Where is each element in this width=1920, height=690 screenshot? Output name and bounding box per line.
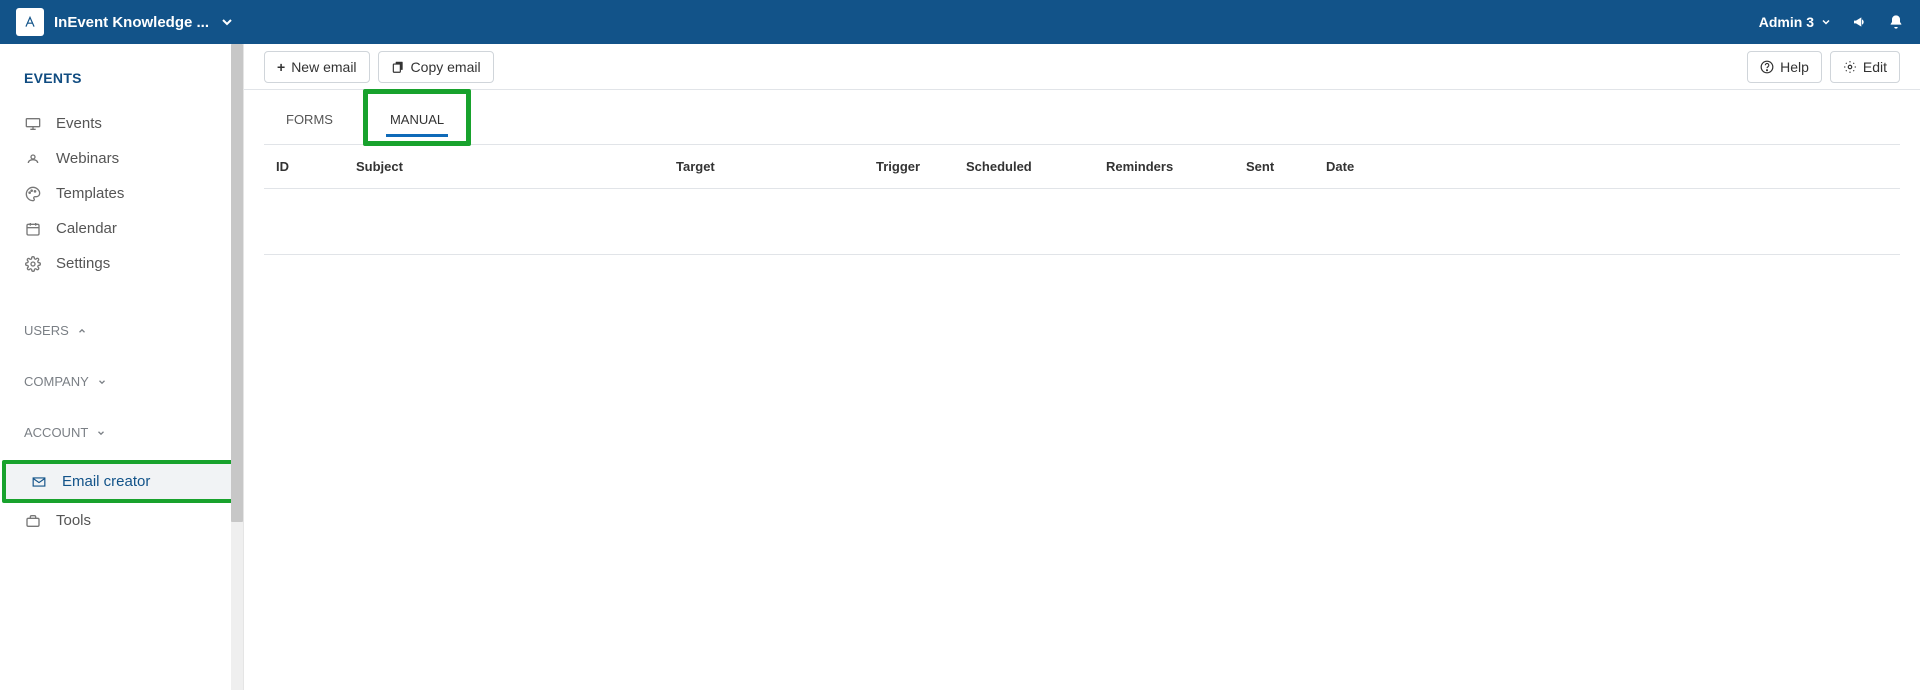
main-layout: EVENTS Events Webinars Templates [0,44,1920,690]
button-label: Help [1780,59,1809,75]
chevron-down-icon[interactable] [219,14,235,30]
user-menu[interactable]: Admin 3 [1759,14,1832,30]
col-sent[interactable]: Sent [1234,145,1314,189]
sidebar-item-label: Email creator [62,473,150,490]
sidebar-item-label: Templates [56,185,124,202]
megaphone-icon[interactable] [1852,14,1868,30]
button-label: Edit [1863,59,1887,75]
palette-icon [24,186,42,202]
user-name: Admin 3 [1759,14,1814,30]
col-scheduled[interactable]: Scheduled [954,145,1094,189]
copy-icon [391,60,405,74]
gear-icon [24,256,42,272]
sidebar-section-company[interactable]: COMPANY [0,368,243,399]
sidebar-item-email-creator[interactable]: Email creator [6,464,237,499]
section-label: COMPANY [24,374,89,389]
sidebar-scrollbar-thumb[interactable] [231,44,243,522]
section-label: USERS [24,323,69,338]
sidebar-item-webinars[interactable]: Webinars [0,141,243,176]
highlight-email-creator: Email creator [2,460,241,503]
sidebar-item-settings[interactable]: Settings [0,246,243,281]
toolbar: + New email Copy email Help [244,44,1920,90]
help-button[interactable]: Help [1747,51,1822,83]
emails-table: ID Subject Target Trigger Scheduled Remi… [264,145,1900,255]
sidebar-item-tools[interactable]: Tools [0,503,243,538]
col-reminders[interactable]: Reminders [1094,145,1234,189]
sidebar-item-templates[interactable]: Templates [0,176,243,211]
table-row [264,189,1900,255]
highlight-manual-tab: MANUAL [363,89,471,146]
brand-title[interactable]: InEvent Knowledge ... [54,14,209,31]
copy-email-button[interactable]: Copy email [378,51,494,83]
toolbox-icon [24,513,42,529]
sidebar-scrollbar-track[interactable] [231,44,243,690]
col-id[interactable]: ID [264,145,344,189]
top-navbar: InEvent Knowledge ... Admin 3 [0,0,1920,44]
sidebar-section-events[interactable]: EVENTS [0,64,243,92]
webinar-icon [24,151,42,167]
plus-icon: + [277,59,285,75]
chevron-down-icon [97,377,107,387]
sidebar-item-label: Events [56,115,102,132]
main-content: + New email Copy email Help [244,44,1920,690]
sidebar-item-calendar[interactable]: Calendar [0,211,243,246]
bell-icon[interactable] [1888,14,1904,30]
gear-icon [1843,60,1857,74]
sidebar-item-label: Tools [56,512,91,529]
sidebar-section-users[interactable]: USERS [0,317,243,348]
button-label: Copy email [411,59,481,75]
tab-forms[interactable]: FORMS [264,94,355,141]
edit-button[interactable]: Edit [1830,51,1900,83]
sidebar-item-label: Settings [56,255,110,272]
topbar-left: InEvent Knowledge ... [16,8,235,36]
question-circle-icon [1760,60,1774,74]
table-header-row: ID Subject Target Trigger Scheduled Remi… [264,145,1900,189]
col-date[interactable]: Date [1314,145,1900,189]
col-target[interactable]: Target [664,145,864,189]
chevron-up-icon [77,326,87,336]
topbar-right: Admin 3 [1759,14,1904,30]
sidebar-section-account[interactable]: ACCOUNT [0,419,243,450]
chevron-down-icon [96,428,106,438]
brand-logo[interactable] [16,8,44,36]
tabs: FORMS MANUAL [264,90,1900,145]
button-label: New email [291,59,356,75]
new-email-button[interactable]: + New email [264,51,370,83]
sidebar-item-events[interactable]: Events [0,106,243,141]
tab-manual[interactable]: MANUAL [368,94,466,141]
col-subject[interactable]: Subject [344,145,664,189]
sidebar-item-label: Webinars [56,150,119,167]
sidebar-item-label: Calendar [56,220,117,237]
col-trigger[interactable]: Trigger [864,145,954,189]
envelope-icon [30,474,48,490]
sidebar: EVENTS Events Webinars Templates [0,44,244,690]
monitor-icon [24,116,42,132]
section-label: ACCOUNT [24,425,88,440]
calendar-icon [24,221,42,237]
